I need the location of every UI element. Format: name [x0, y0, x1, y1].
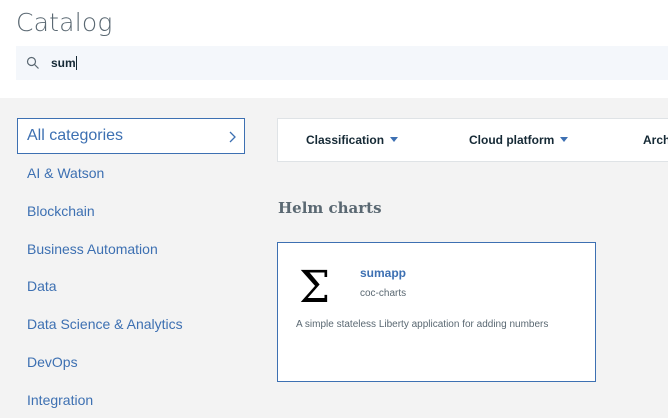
filter-classification-label: Classification [306, 133, 385, 147]
category-integration[interactable]: Integration [27, 392, 93, 408]
filter-cloud-platform-label: Cloud platform [469, 133, 555, 147]
filter-bar: Classification Cloud platform Arch [277, 118, 668, 162]
card-description: A simple stateless Liberty application f… [296, 319, 549, 330]
section-title: Helm charts [278, 199, 382, 217]
search-input[interactable] [51, 53, 611, 73]
chevron-right-icon [229, 131, 236, 143]
text-cursor [76, 56, 77, 70]
search-bar[interactable] [16, 46, 668, 80]
search-icon [26, 56, 39, 69]
page-title: Catalog [16, 8, 113, 37]
category-business-automation[interactable]: Business Automation [27, 241, 158, 257]
page-header: Catalog [0, 0, 668, 98]
category-data[interactable]: Data [27, 278, 57, 294]
category-ai-watson[interactable]: AI & Watson [27, 165, 104, 181]
category-data-science-analytics[interactable]: Data Science & Analytics [27, 316, 183, 332]
sigma-icon: Σ [299, 262, 331, 313]
chart-card[interactable]: Σ sumapp coc-charts A simple stateless L… [277, 242, 596, 382]
category-all-label: All categories [27, 127, 124, 144]
category-all[interactable]: All categories [17, 118, 245, 154]
filter-classification[interactable]: Classification [306, 133, 399, 147]
filter-cloud-platform[interactable]: Cloud platform [469, 133, 569, 147]
filter-architecture[interactable]: Arch [643, 133, 668, 147]
category-blockchain[interactable]: Blockchain [27, 203, 95, 219]
card-repo: coc-charts [360, 288, 407, 299]
filter-architecture-label: Arch [643, 133, 668, 147]
category-devops[interactable]: DevOps [27, 354, 78, 370]
caret-down-icon [560, 137, 569, 143]
card-title: sumapp [360, 266, 407, 280]
caret-down-icon [390, 137, 399, 143]
